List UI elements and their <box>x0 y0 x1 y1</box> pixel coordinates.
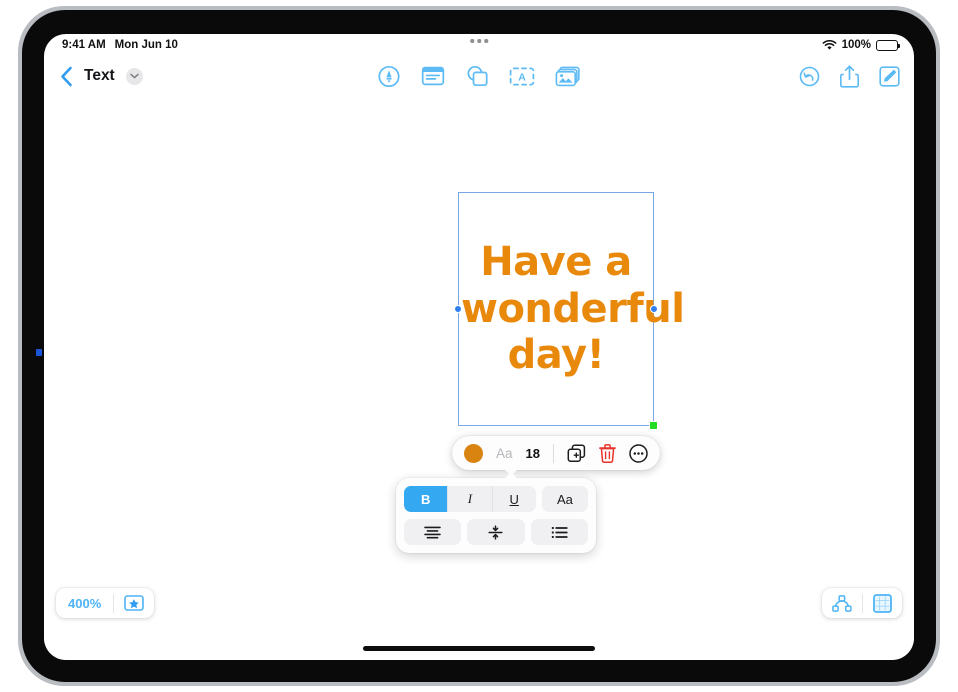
edge-marker <box>36 349 42 356</box>
nav-bar-tools: A <box>378 56 581 96</box>
status-date: Mon Jun 10 <box>114 39 178 51</box>
format-row-style: B I U Aa <box>404 486 588 512</box>
photo-stack-icon[interactable] <box>555 66 581 87</box>
selected-text-object[interactable]: Have a wonderful day! <box>454 192 685 430</box>
text-box-a-icon[interactable]: A <box>509 67 535 86</box>
dot <box>470 39 474 43</box>
vertical-align-center-button[interactable] <box>467 519 525 545</box>
selection-handle-left[interactable] <box>454 305 462 313</box>
nav-bar: Text A <box>44 56 914 96</box>
bottom-right-bar <box>822 588 902 618</box>
dot <box>477 39 481 43</box>
resize-handle-bottom-right[interactable] <box>649 421 658 430</box>
vertical-align-center-icon <box>488 524 504 540</box>
divider <box>552 443 554 463</box>
screen: 9:41 AM Mon Jun 10 100% Text A Have a wo… <box>44 34 914 660</box>
bulleted-list-button[interactable] <box>530 519 588 545</box>
font-size-value[interactable]: 18 <box>526 446 540 461</box>
selection-handle-right[interactable] <box>650 305 658 313</box>
share-up-arrow-icon[interactable] <box>840 64 859 88</box>
svg-text:A: A <box>518 71 526 83</box>
italic-button[interactable]: I <box>448 486 493 512</box>
star-in-rectangle-icon <box>124 595 145 611</box>
context-toolbar: Aa 18 <box>452 436 660 476</box>
format-row-alignment <box>404 519 588 545</box>
canvas[interactable]: Have a wonderful day! Aa 18 B I U Aa 400… <box>44 96 914 660</box>
zoom-bar: 400% <box>56 588 155 618</box>
align-center-button[interactable] <box>404 519 462 545</box>
chevron-down-icon[interactable] <box>125 67 143 85</box>
device-bezel: 9:41 AM Mon Jun 10 100% Text A Have a wo… <box>22 10 936 682</box>
chevron-left-icon[interactable] <box>60 66 73 87</box>
text-object-content[interactable]: Have a wonderful day! <box>459 239 685 379</box>
align-center-icon <box>424 526 441 538</box>
outline-button[interactable] <box>822 594 862 612</box>
battery-full-icon <box>876 39 901 51</box>
font-face-label[interactable]: Aa <box>496 446 513 461</box>
home-indicator[interactable] <box>363 646 595 651</box>
pen-in-circle-icon[interactable] <box>378 65 401 88</box>
bulleted-list-icon <box>551 526 568 538</box>
wifi-icon <box>822 39 837 51</box>
grid-square-icon <box>873 593 892 613</box>
duplicate-icon[interactable] <box>567 443 586 463</box>
trash-icon[interactable] <box>599 443 616 463</box>
shapes-icon[interactable] <box>466 65 489 87</box>
page-title[interactable]: Text <box>84 67 115 85</box>
status-bar-right: 100% <box>822 34 901 56</box>
multitasking-dots-icon[interactable] <box>470 39 488 43</box>
format-panel: B I U Aa <box>396 472 596 553</box>
node-hierarchy-icon <box>832 594 852 612</box>
canvas-view-button[interactable] <box>863 593 902 613</box>
status-bar-left: 9:41 AM Mon Jun 10 <box>62 39 178 51</box>
zoom-level-label[interactable]: 400% <box>56 596 113 611</box>
device-frame: 9:41 AM Mon Jun 10 100% Text A Have a wo… <box>18 6 940 686</box>
battery-percent-label: 100% <box>841 39 871 51</box>
status-time: 9:41 AM <box>62 39 106 51</box>
underline-button[interactable]: U <box>493 486 536 512</box>
bookmark-button[interactable] <box>114 595 154 611</box>
text-color-swatch[interactable] <box>464 443 483 463</box>
dot <box>484 39 488 43</box>
undo-arrow-circle-icon[interactable] <box>799 66 820 87</box>
nav-bar-left: Text <box>60 66 143 87</box>
text-card-icon[interactable] <box>421 66 445 86</box>
font-style-button[interactable]: Aa <box>541 486 588 512</box>
text-style-segmented-control: B I U <box>404 486 536 512</box>
more-ellipsis-circle-icon[interactable] <box>629 443 648 463</box>
bold-button[interactable]: B <box>404 486 449 512</box>
nav-bar-right <box>799 56 900 96</box>
status-bar: 9:41 AM Mon Jun 10 100% <box>44 34 914 56</box>
pencil-square-icon[interactable] <box>879 65 900 87</box>
